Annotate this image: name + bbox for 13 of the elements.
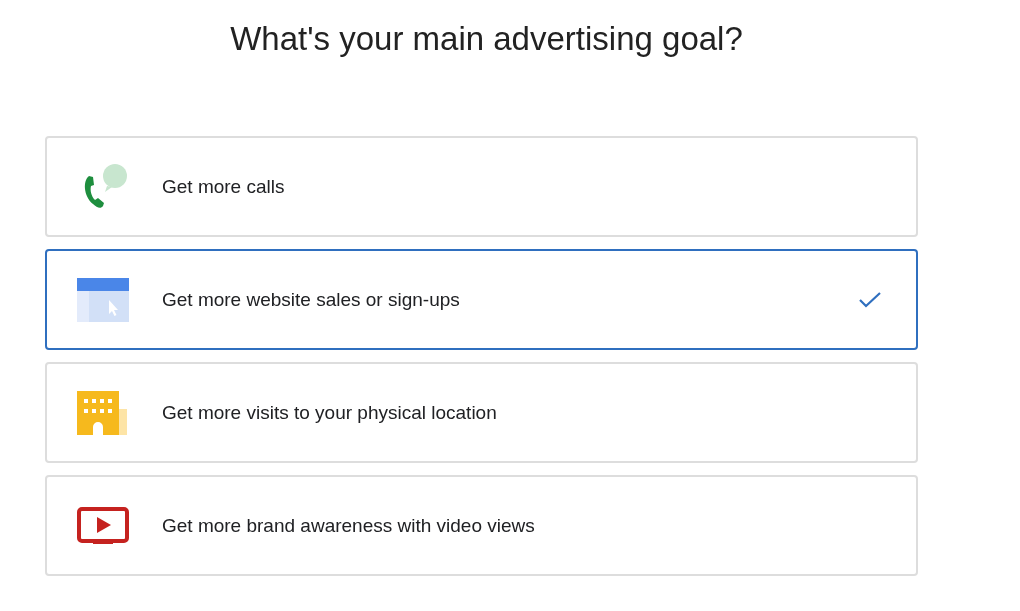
option-label: Get more visits to your physical location — [162, 401, 498, 424]
goal-option[interactable]: Get more visits to your physical location — [45, 362, 918, 463]
browser-window-icon — [77, 277, 129, 322]
building-icon — [77, 390, 129, 435]
goal-option[interactable]: Get more website sales or sign-ups — [45, 249, 918, 350]
option-label: Get more website sales or sign-ups — [162, 288, 461, 311]
goal-option[interactable]: Get more brand awareness with video views — [45, 475, 918, 576]
option-label: Get more calls — [162, 175, 286, 198]
video-play-icon — [77, 506, 129, 545]
goal-option[interactable]: Get more calls — [45, 136, 918, 237]
option-label: Get more brand awareness with video views — [162, 514, 536, 537]
checkmark-icon — [858, 290, 882, 309]
page-title: What's your main advertising goal? — [229, 20, 744, 59]
